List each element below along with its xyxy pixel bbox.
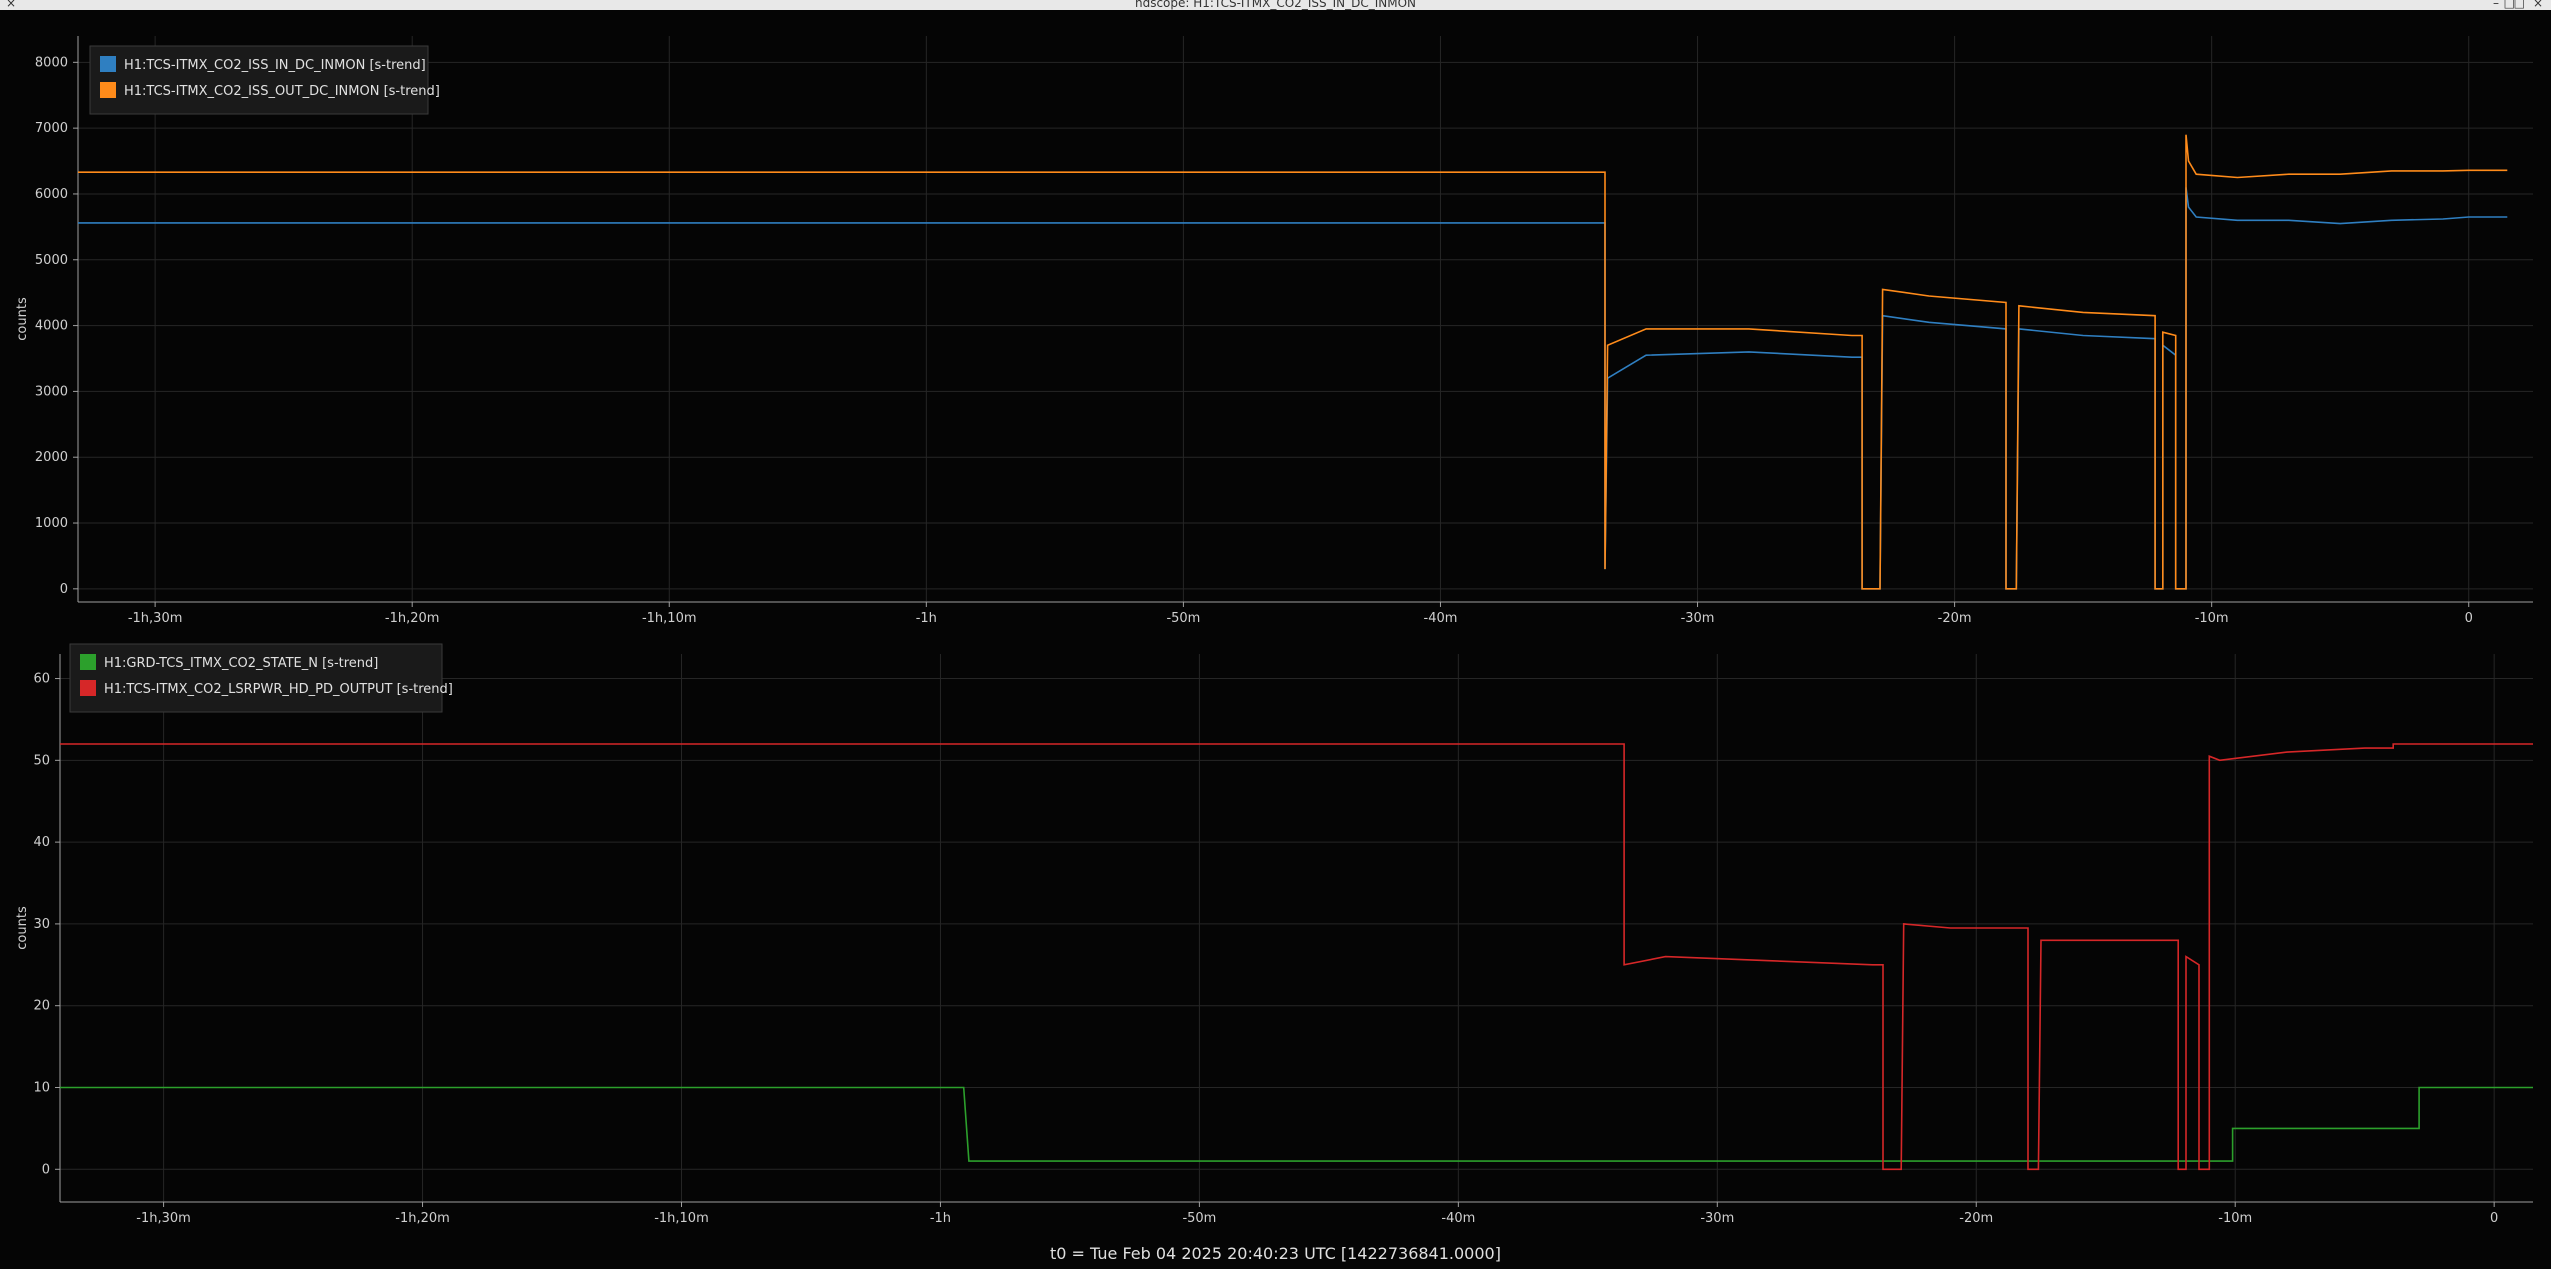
x-tick-label: 0 bbox=[2465, 611, 2473, 626]
legend-box bbox=[89, 45, 429, 115]
y-tick-label: 3000 bbox=[35, 384, 68, 399]
top-plot[interactable]: -1h,30m -1h,20m -1h,10m -1h -50m -40m -30m -20m… bbox=[0, 14, 2551, 630]
y-tick-label: 0 bbox=[60, 582, 68, 597]
series-line-1 bbox=[78, 134, 2508, 590]
legend-label: H1:TCS-ITMX_CO2_ISS_OUT_DC_INMON [s-tren… bbox=[124, 84, 440, 99]
x-tick-label: -50m bbox=[1166, 611, 1200, 626]
legend-swatch bbox=[100, 56, 116, 72]
x-tick-label: -1h bbox=[930, 1211, 951, 1226]
series-line-1 bbox=[60, 743, 2533, 1171]
bottom-plot[interactable]: -1h,30m -1h,20m -1h,10m -1h -50m -40m -30m -20m… bbox=[0, 630, 2551, 1230]
y-tick-label: 4000 bbox=[35, 319, 68, 334]
y-tick-label: 10 bbox=[33, 1080, 50, 1095]
minimize-window-icon[interactable]: – bbox=[2493, 0, 2499, 10]
x-tick-label: -30m bbox=[1700, 1211, 1734, 1226]
x-tick-label: -20m bbox=[1959, 1211, 1993, 1226]
y-tick-label: 30 bbox=[33, 917, 50, 932]
x-tick-label: -1h bbox=[916, 611, 937, 626]
legend: H1:GRD-TCS_ITMX_CO2_STATE_N [s-trend] H1:… bbox=[69, 643, 453, 713]
legend-label: H1:TCS-ITMX_CO2_ISS_IN_DC_INMON [s-trend… bbox=[124, 58, 426, 73]
x-tick-label: -1h,10m bbox=[642, 611, 697, 626]
x-tick-label: -40m bbox=[1441, 1211, 1475, 1226]
x-tick-label: 0 bbox=[2490, 1211, 2498, 1226]
legend-swatch bbox=[100, 82, 116, 98]
series-line-0 bbox=[60, 1086, 2533, 1162]
restore-window-icon[interactable]: □ bbox=[2514, 0, 2525, 10]
x-tick-label: -10m bbox=[2218, 1211, 2252, 1226]
series-line-0 bbox=[78, 187, 2508, 590]
y-tick-label: 40 bbox=[33, 835, 50, 850]
y-axis-label: counts bbox=[15, 906, 30, 950]
y-tick-label: 20 bbox=[33, 999, 50, 1014]
x-tick-label: -40m bbox=[1424, 611, 1458, 626]
legend-swatch bbox=[80, 654, 96, 670]
x-tick-label: -30m bbox=[1681, 611, 1715, 626]
y-tick-label: 6000 bbox=[35, 187, 68, 202]
legend-label: H1:TCS-ITMX_CO2_LSRPWR_HD_PD_OUTPUT [s-t… bbox=[104, 682, 453, 697]
window-titlebar: ndscope: H1:TCS-ITMX_CO2_ISS_IN_DC_INMON… bbox=[0, 0, 2551, 10]
x-tick-label: -50m bbox=[1182, 1211, 1216, 1226]
legend-swatch bbox=[80, 680, 96, 696]
y-tick-label: 8000 bbox=[35, 55, 68, 70]
y-tick-label: 5000 bbox=[35, 253, 68, 268]
y-tick-label: 2000 bbox=[35, 450, 68, 465]
window-title: ndscope: H1:TCS-ITMX_CO2_ISS_IN_DC_INMON bbox=[1134, 0, 1417, 10]
legend: H1:TCS-ITMX_CO2_ISS_IN_DC_INMON [s-trend… bbox=[89, 45, 440, 115]
legend-box bbox=[69, 643, 443, 713]
x-tick-label: -1h,30m bbox=[136, 1211, 191, 1226]
t0-readout: t0 = Tue Feb 04 2025 20:40:23 UTC [14227… bbox=[1050, 1244, 1501, 1263]
x-tick-label: -1h,20m bbox=[395, 1211, 450, 1226]
x-tick-label: -10m bbox=[2195, 611, 2229, 626]
y-tick-label: 60 bbox=[33, 672, 50, 687]
y-tick-label: 1000 bbox=[35, 516, 68, 531]
legend-label: H1:GRD-TCS_ITMX_CO2_STATE_N [s-trend] bbox=[104, 656, 378, 671]
y-tick-label: 0 bbox=[42, 1162, 50, 1177]
close-button-icon[interactable]: × bbox=[2533, 0, 2543, 10]
x-tick-label: -1h,30m bbox=[128, 611, 183, 626]
x-tick-label: -1h,10m bbox=[654, 1211, 709, 1226]
x-tick-label: -1h,20m bbox=[385, 611, 440, 626]
y-tick-label: 7000 bbox=[35, 121, 68, 136]
x-tick-label: -20m bbox=[1938, 611, 1972, 626]
y-tick-label: 50 bbox=[33, 753, 50, 768]
y-axis-label: counts bbox=[15, 297, 30, 341]
close-window-icon[interactable]: × bbox=[6, 0, 16, 10]
